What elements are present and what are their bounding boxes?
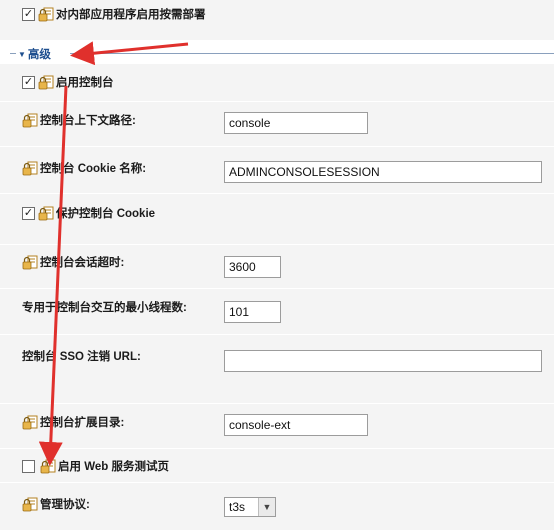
lock-icon: [22, 496, 38, 512]
lock-icon: [22, 254, 38, 270]
protect-cookie-checkbox[interactable]: ✓: [22, 206, 35, 220]
deploy-on-demand-checkbox[interactable]: ✓: [22, 7, 35, 21]
advanced-section-header[interactable]: ▼ 高级: [10, 46, 554, 62]
context-path-row: 控制台上下文路径:: [22, 110, 136, 130]
admin-protocol-value: t3s: [229, 500, 246, 514]
extension-dir-input[interactable]: [224, 414, 368, 436]
lock-icon: [38, 74, 54, 90]
cookie-name-label: 控制台 Cookie 名称:: [40, 163, 147, 175]
context-path-label: 控制台上下文路径:: [40, 115, 136, 127]
row-divider: [0, 482, 554, 483]
context-path-input[interactable]: [224, 112, 368, 134]
row-divider: [0, 403, 554, 404]
extension-dir-row: 控制台扩展目录:: [22, 412, 124, 432]
min-threads-row: 专用于控制台交互的最小线程数:: [22, 297, 187, 317]
row-divider: [0, 288, 554, 289]
session-timeout-input[interactable]: [224, 256, 281, 278]
web-service-test-label: 启用 Web 服务测试页: [58, 461, 169, 473]
min-threads-input[interactable]: [224, 301, 281, 323]
sso-logout-row: 控制台 SSO 注销 URL:: [22, 346, 141, 366]
chevron-down-icon[interactable]: ▼: [258, 498, 275, 516]
lock-icon: [22, 414, 38, 430]
row-divider: [0, 101, 554, 102]
lock-icon: [40, 458, 56, 474]
lock-icon: [38, 205, 54, 221]
advanced-section-title[interactable]: ▼ 高级: [18, 46, 51, 62]
admin-protocol-select[interactable]: t3s ▼: [224, 497, 276, 517]
enable-console-row: ✓ 启用控制台: [22, 72, 114, 92]
protect-cookie-label: 保护控制台 Cookie: [56, 208, 156, 220]
triangle-down-icon: ▼: [18, 49, 26, 59]
web-service-test-row: 启用 Web 服务测试页: [22, 456, 169, 476]
admin-protocol-row: 管理协议:: [22, 494, 90, 514]
section-line-left: [10, 53, 16, 54]
extension-dir-label: 控制台扩展目录:: [40, 417, 125, 429]
enable-console-checkbox[interactable]: ✓: [22, 75, 35, 89]
row-divider: [0, 146, 554, 147]
row-divider: [0, 334, 554, 335]
min-threads-label: 专用于控制台交互的最小线程数:: [22, 302, 187, 314]
lock-icon: [22, 160, 38, 176]
web-service-test-checkbox[interactable]: [22, 459, 35, 473]
lock-icon: [22, 112, 38, 128]
session-timeout-label: 控制台会话超时:: [40, 257, 125, 269]
row-divider: [0, 244, 554, 245]
section-line-right: [70, 53, 554, 54]
row-divider: [0, 448, 554, 449]
admin-protocol-label: 管理协议:: [40, 499, 90, 511]
session-timeout-row: 控制台会话超时:: [22, 252, 124, 272]
sso-logout-label: 控制台 SSO 注销 URL:: [22, 351, 141, 363]
cookie-name-input[interactable]: [224, 161, 542, 183]
advanced-label: 高级: [27, 49, 51, 61]
protect-cookie-row: ✓ 保护控制台 Cookie: [22, 203, 155, 223]
sso-logout-input[interactable]: [224, 350, 542, 372]
deploy-on-demand-row: ✓ 对内部应用程序启用按需部署: [22, 4, 206, 24]
cookie-name-row: 控制台 Cookie 名称:: [22, 158, 146, 178]
enable-console-label: 启用控制台: [56, 77, 114, 89]
row-divider: [0, 193, 554, 194]
lock-icon: [38, 6, 54, 22]
deploy-on-demand-label: 对内部应用程序启用按需部署: [56, 9, 206, 21]
